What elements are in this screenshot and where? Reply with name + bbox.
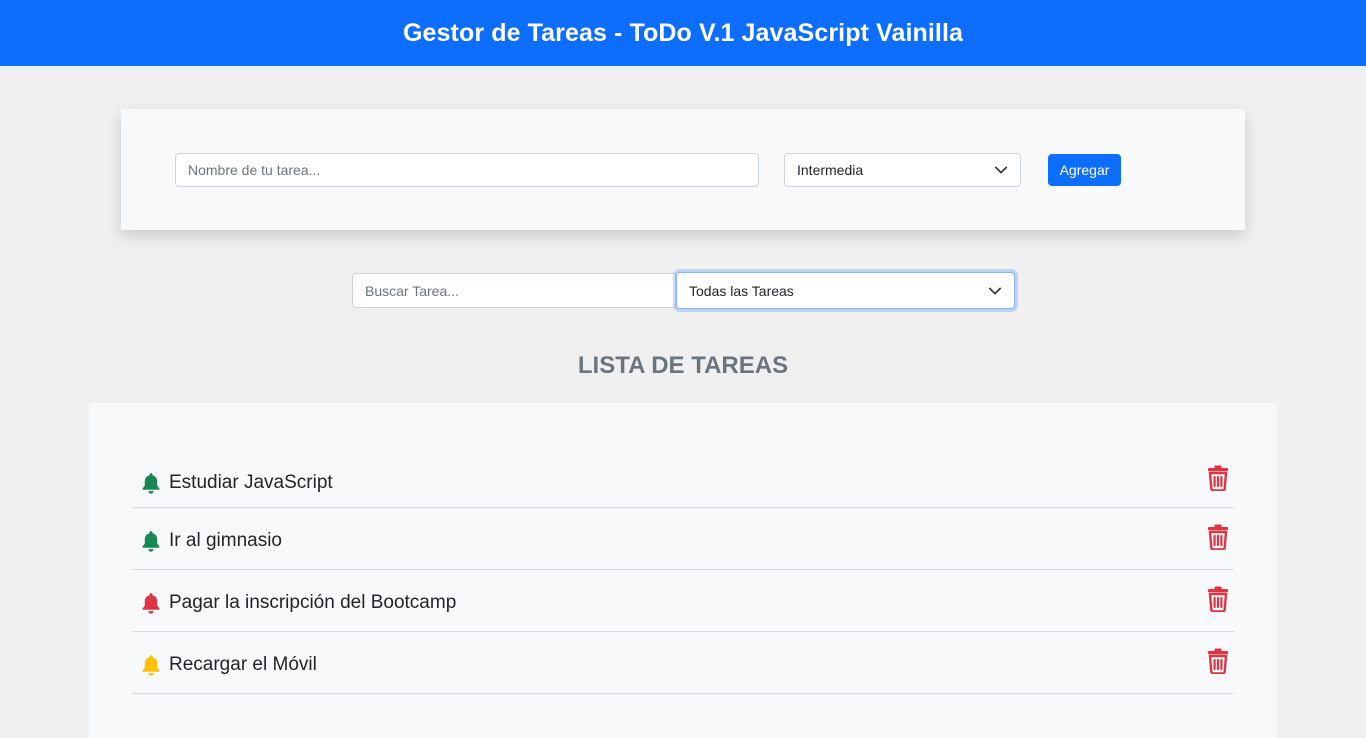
- task-list-heading: LISTA DE TAREAS: [577, 352, 789, 379]
- trash-icon[interactable]: [1206, 465, 1230, 491]
- bell-icon: [142, 472, 160, 494]
- task-name-input[interactable]: [175, 153, 759, 187]
- priority-select[interactable]: Intermedia: [784, 153, 1021, 187]
- task-filter-select[interactable]: Todas las Tareas: [676, 272, 1015, 309]
- task-name: Pagar la inscripción del Bootcamp: [169, 591, 457, 613]
- task-item: Estudiar JavaScript: [132, 453, 1234, 508]
- task-name: Ir al gimnasio: [169, 529, 282, 551]
- add-task-card: Intermedia Agregar: [121, 109, 1245, 230]
- task-item: Recargar el Móvil: [132, 632, 1234, 694]
- trash-icon[interactable]: [1206, 586, 1230, 612]
- bell-icon: [142, 654, 160, 676]
- task-name: Recargar el Móvil: [169, 653, 317, 675]
- trash-icon[interactable]: [1206, 524, 1230, 550]
- search-task-input[interactable]: [352, 273, 676, 308]
- bell-icon: [142, 592, 160, 614]
- app-header: Gestor de Tareas - ToDo V.1 JavaScript V…: [0, 0, 1366, 66]
- priority-select-value: Intermedia: [797, 162, 864, 178]
- task-item: Pagar la inscripción del Bootcamp: [132, 570, 1234, 632]
- task-name: Estudiar JavaScript: [169, 471, 333, 493]
- task-filter-value: Todas las Tareas: [689, 282, 794, 299]
- app-title: Gestor de Tareas - ToDo V.1 JavaScript V…: [402, 18, 964, 47]
- task-item: Ir al gimnasio: [132, 508, 1234, 570]
- add-task-button[interactable]: Agregar: [1048, 154, 1121, 186]
- trash-icon[interactable]: [1206, 648, 1230, 674]
- chevron-down-icon: [994, 166, 1008, 174]
- task-list: Estudiar JavaScript Ir al gimnasio Pagar…: [132, 453, 1234, 694]
- bell-icon: [142, 530, 160, 552]
- chevron-down-icon: [988, 287, 1002, 294]
- task-list-card: Estudiar JavaScript Ir al gimnasio Pagar…: [89, 403, 1277, 738]
